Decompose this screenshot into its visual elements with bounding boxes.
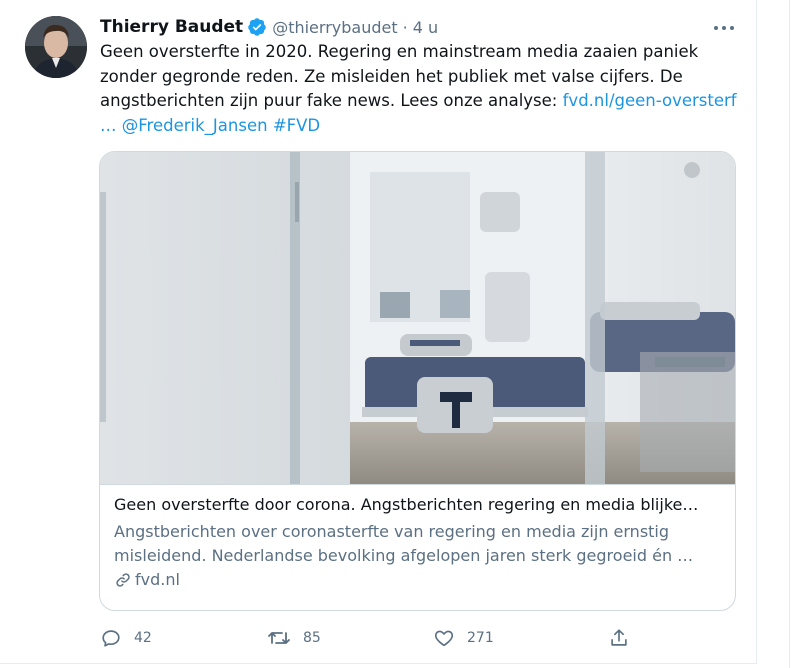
share-button[interactable] (608, 622, 630, 654)
tweet-time[interactable]: 4 u (413, 18, 438, 37)
card-description: Angstberichten over coronasterfte van re… (114, 522, 670, 541)
hashtag-link[interactable]: #FVD (273, 116, 320, 135)
mention-link[interactable]: @Frederik_Jansen (122, 116, 268, 135)
author-name[interactable]: Thierry Baudet (100, 17, 243, 37)
tweet-text-line: angstberichten zijn puur fake news. Lees… (100, 89, 740, 114)
reply-icon (100, 627, 122, 649)
retweet-icon (267, 627, 291, 649)
tweet-text-line: … @Frederik_Jansen #FVD (100, 114, 740, 139)
like-icon (433, 627, 455, 649)
reply-count: 42 (134, 630, 152, 646)
tweet[interactable]: Thierry Baudet @thierrybaudet · 4 u Geen… (0, 0, 757, 664)
more-icon[interactable] (712, 16, 736, 40)
card-domain-text: fvd.nl (135, 570, 180, 589)
tweet-link[interactable]: fvd.nl/geen-oversterf (563, 91, 737, 110)
card-title: Geen oversterfte door corona. Angstberic… (114, 495, 699, 514)
tweet-text-line: zonder gegronde reden. Ze misleiden het … (100, 66, 683, 86)
tweet-text-line: Geen oversterfte in 2020. Regering en ma… (100, 42, 699, 61)
card-domain: fvd.nl (114, 568, 726, 592)
like-count: 271 (467, 630, 494, 646)
separator-dot: · (402, 17, 408, 37)
tweet-text-segment: angstberichten zijn puur fake news. Lees… (100, 91, 563, 110)
tweet-link-ellipsis[interactable]: … (100, 116, 117, 135)
tweet-header: Thierry Baudet @thierrybaudet · 4 u (100, 15, 438, 39)
avatar[interactable] (25, 16, 87, 78)
verified-badge-icon (247, 17, 267, 37)
like-button[interactable]: 271 (433, 622, 494, 654)
retweet-count: 85 (303, 630, 321, 646)
card-description: misleidend. Nederlandse bevolking afgelo… (114, 546, 694, 565)
link-card[interactable]: Geen oversterfte door corona. Angstberic… (99, 151, 736, 611)
tweet-text: Geen oversterfte in 2020. Regering en ma… (100, 40, 740, 138)
card-body: Geen oversterfte door corona. Angstberic… (114, 493, 726, 592)
link-icon (114, 571, 132, 589)
retweet-button[interactable]: 85 (267, 622, 321, 654)
share-icon (608, 627, 630, 649)
card-image[interactable] (100, 152, 735, 485)
reply-button[interactable]: 42 (100, 622, 152, 654)
timeline-border (789, 0, 790, 668)
tweet-actions: 42 85 271 (100, 622, 640, 654)
author-handle[interactable]: @thierrybaudet (272, 18, 397, 37)
